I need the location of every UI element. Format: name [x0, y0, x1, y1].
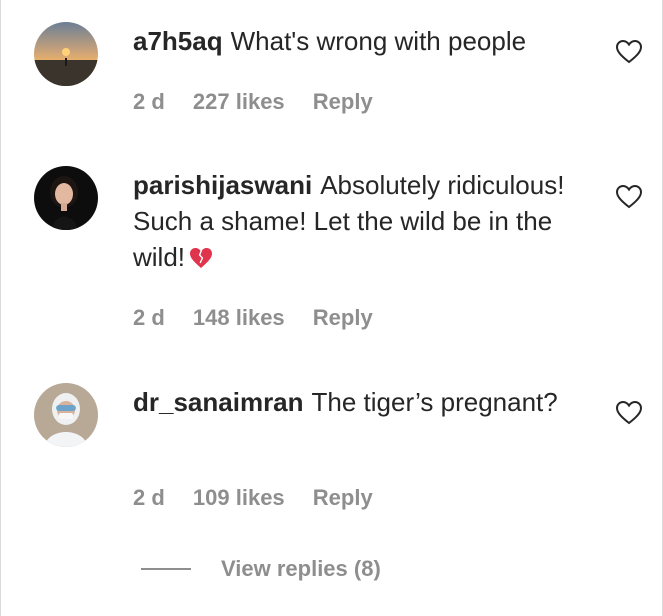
reply-button[interactable]: Reply	[313, 89, 373, 114]
comment-likes[interactable]: 109 likes	[193, 485, 285, 510]
comment-time: 2 d	[133, 305, 165, 330]
comment-body: parishijaswani Absolutely ridiculous! Suc…	[133, 167, 588, 278]
comment-username[interactable]: a7h5aq	[133, 26, 223, 56]
comments-panel: a7h5aq What's wrong with people 2 d 227 l…	[0, 0, 663, 616]
comment-likes[interactable]: 227 likes	[193, 89, 285, 114]
comment-time: 2 d	[133, 89, 165, 114]
comment-meta: 2 d 109 likes Reply	[133, 485, 395, 511]
reply-button[interactable]: Reply	[313, 485, 373, 510]
comment-meta: 2 d 227 likes Reply	[133, 89, 395, 115]
ppe-suit-avatar-icon	[34, 383, 98, 447]
comment-text: What's wrong with people	[230, 26, 527, 56]
comment-body: a7h5aq What's wrong with people	[133, 23, 588, 59]
portrait-avatar-icon	[34, 166, 98, 230]
avatar[interactable]	[34, 383, 98, 447]
sunset-beach-avatar-icon	[34, 22, 98, 86]
view-replies-label[interactable]: View replies (8)	[221, 556, 381, 582]
comment-meta: 2 d 148 likes Reply	[133, 305, 395, 331]
comment-item: parishijaswani Absolutely ridiculous! Suc…	[1, 130, 662, 350]
comment-item: a7h5aq What's wrong with people 2 d 227 l…	[1, 0, 662, 130]
comment-username[interactable]: dr_sanaimran	[133, 387, 304, 417]
avatar[interactable]	[34, 166, 98, 230]
broken-heart-emoji-icon	[189, 242, 213, 278]
avatar[interactable]	[34, 22, 98, 86]
comment-body: dr_sanaimran The tiger’s pregnant?	[133, 384, 588, 420]
like-heart-icon[interactable]	[616, 40, 642, 64]
comment-text: The tiger’s pregnant?	[311, 387, 558, 417]
view-replies-button[interactable]: View replies (8)	[141, 552, 381, 586]
view-replies-divider	[141, 568, 191, 570]
comment-username[interactable]: parishijaswani	[133, 170, 312, 200]
comment-likes[interactable]: 148 likes	[193, 305, 285, 330]
comment-time: 2 d	[133, 485, 165, 510]
reply-button[interactable]: Reply	[313, 305, 373, 330]
like-heart-icon[interactable]	[616, 185, 642, 209]
like-heart-icon[interactable]	[616, 401, 642, 425]
comment-item: dr_sanaimran The tiger’s pregnant? 2 d 10…	[1, 350, 662, 530]
